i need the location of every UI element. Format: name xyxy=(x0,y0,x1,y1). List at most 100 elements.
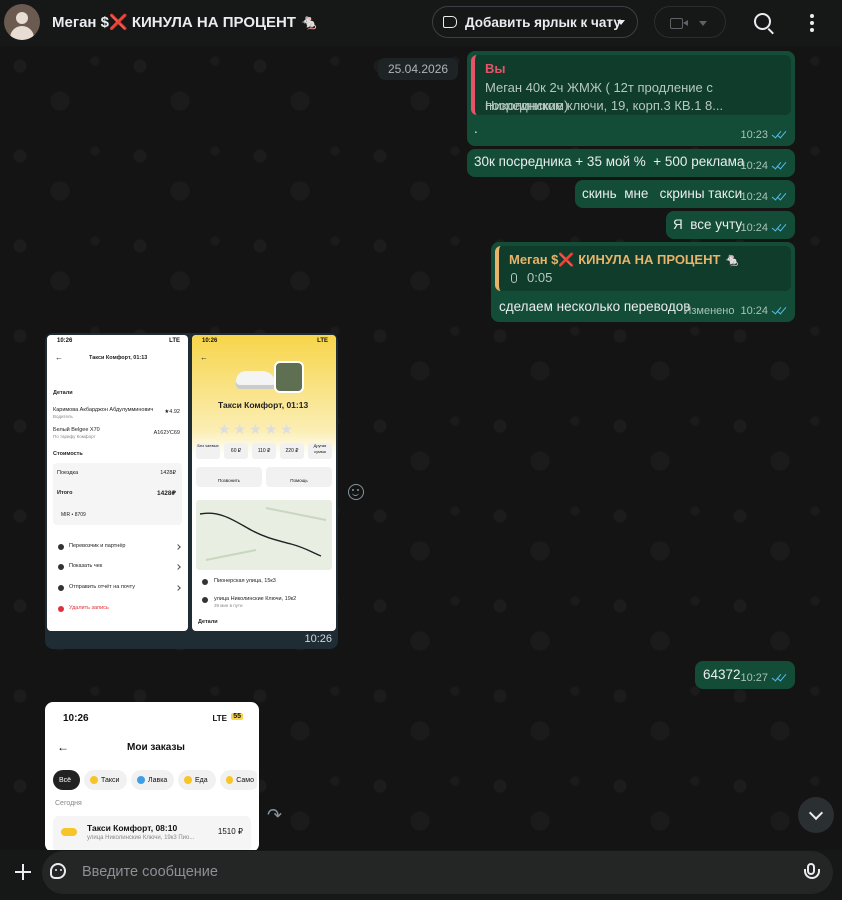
quote-author-suffix: КИНУЛА НА ПРОЦЕНТ 🐁 xyxy=(574,252,741,267)
edited-label: Изменено xyxy=(683,305,735,317)
message-time: 10:23 xyxy=(740,129,768,141)
call-button[interactable]: Позвонить xyxy=(196,467,262,487)
message-text: сделаем несколько переводов xyxy=(499,299,691,314)
today-label: Сегодня xyxy=(55,800,82,807)
order-card[interactable]: Такси Комфорт, 08:10 улица Николинские К… xyxy=(53,816,251,852)
chip-label: Лавка xyxy=(148,776,168,784)
message-meta: 10:23 xyxy=(740,129,787,141)
attach-plus-icon[interactable] xyxy=(15,864,31,880)
pickup-icon xyxy=(202,579,208,585)
tip-option[interactable]: Другая сумма xyxy=(308,443,332,459)
read-ticks-icon xyxy=(772,162,787,171)
cross-emoji: ❌ xyxy=(109,14,128,31)
cross-emoji: ❌ xyxy=(558,252,575,267)
back-arrow-icon[interactable]: ← xyxy=(57,740,69,754)
car-tariff: По тарифу Комфорт xyxy=(53,434,96,439)
mail-icon xyxy=(58,585,64,591)
sticker-icon[interactable] xyxy=(50,863,66,879)
message-input-container[interactable]: Введите сообщение xyxy=(42,851,833,894)
taxi-trip-screenshot[interactable]: 10:26 LTE ← Такси Комфорт, 01:13 ★★★★★ Бе… xyxy=(192,335,336,631)
chip-food[interactable]: Еда xyxy=(178,770,216,790)
battery-level: 55 xyxy=(231,713,243,720)
message-outgoing[interactable]: скинь мне скрины такси 10:24 xyxy=(575,180,795,208)
orders-screenshot[interactable]: 10:26 LTE 55 ← Мои заказы Всё Такси Лавк… xyxy=(47,704,257,852)
back-arrow-icon: ← xyxy=(200,353,208,362)
lavka-icon xyxy=(137,776,145,784)
more-options-icon[interactable] xyxy=(810,14,814,32)
car-image xyxy=(236,371,276,389)
order-address: улица Николинские Ключи, 19к3 Пио... xyxy=(87,835,195,841)
route-duration: 39 мин в пути xyxy=(214,603,243,608)
trip-title: Такси Комфорт, 01:13 xyxy=(218,400,309,410)
details-heading: Детали xyxy=(53,390,73,396)
chat-title-prefix: Меган $ xyxy=(52,14,109,31)
car-model: Белый Belgee X70 xyxy=(53,427,100,433)
message-input[interactable]: Введите сообщение xyxy=(82,864,218,880)
trip-cost-value: 1428₽ xyxy=(160,470,176,476)
search-icon[interactable] xyxy=(754,13,771,30)
add-label-text: Добавить ярлык к чату xyxy=(465,14,621,30)
message-outgoing[interactable]: Вы Меган 40к 2ч ЖМЖ ( 12т продление с по… xyxy=(467,51,795,146)
message-time: 10:24 xyxy=(740,222,768,234)
chevron-down-icon xyxy=(699,21,707,26)
rating-stars[interactable]: ★★★★★ xyxy=(218,421,296,438)
taxi-details-screenshot[interactable]: 10:26 LTE ← Такси Комфорт, 01:13 Детали К… xyxy=(47,335,188,631)
chip-lavka[interactable]: Лавка xyxy=(131,770,174,790)
menu-delete[interactable]: Удалить запись xyxy=(69,605,109,611)
menu-email[interactable]: Отправить отчёт на почту xyxy=(69,584,135,590)
tip-option[interactable]: Без чаевых xyxy=(196,443,220,459)
tip-option[interactable]: 220 ₽ xyxy=(280,443,304,459)
quote-text-line: Николинские ключи, 19, корп.3 КВ.1 8... xyxy=(485,98,724,113)
message-time: 10:24 xyxy=(740,191,768,203)
trip-title: Такси Комфорт, 01:13 xyxy=(89,355,148,361)
add-label-button[interactable]: Добавить ярлык к чату xyxy=(432,6,638,38)
total-value: 1428₽ xyxy=(157,490,176,497)
chip-taxi[interactable]: Такси xyxy=(84,770,127,790)
message-text: 64372 xyxy=(703,667,741,682)
chat-title[interactable]: Меган $❌ КИНУЛА НА ПРОЦЕНТ 🐁 xyxy=(52,13,319,31)
help-label: Помощь xyxy=(290,478,308,483)
forward-icon[interactable]: ↷ xyxy=(267,805,282,826)
taxi-car-icon xyxy=(61,828,77,836)
react-emoji-icon[interactable] xyxy=(348,484,364,500)
image-album[interactable]: 10:26 LTE ← Такси Комфорт, 01:13 Детали К… xyxy=(45,333,338,649)
trip-cost-label: Поездка xyxy=(57,470,79,476)
tip-option[interactable]: 60 ₽ xyxy=(224,443,248,459)
quote-author-prefix: Меган $ xyxy=(509,252,559,267)
message-outgoing[interactable]: Меган $❌ КИНУЛА НА ПРОЦЕНТ 🐁 0:05 сделае… xyxy=(491,242,795,322)
message-outgoing[interactable]: 30к посредника + 35 мой % + 500 реклама … xyxy=(467,149,795,177)
status-time: 10:26 xyxy=(57,338,73,344)
total-label: Итого xyxy=(57,490,73,496)
chip-label: Всё xyxy=(59,776,72,784)
video-call-button[interactable] xyxy=(654,6,726,38)
read-ticks-icon xyxy=(772,307,787,316)
chip-all[interactable]: Всё xyxy=(53,770,80,790)
message-text: . xyxy=(474,121,478,136)
chip-pickup[interactable]: Само xyxy=(220,770,257,790)
message-outgoing[interactable]: 64372 10:27 xyxy=(695,661,795,689)
destination-icon xyxy=(202,597,208,603)
scroll-to-bottom-button[interactable] xyxy=(798,797,834,833)
menu-receipt[interactable]: Показать чек xyxy=(69,563,102,569)
quoted-message[interactable]: Меган $❌ КИНУЛА НА ПРОЦЕНТ 🐁 0:05 xyxy=(495,246,791,291)
help-button[interactable]: Помощь xyxy=(266,467,332,487)
delete-icon xyxy=(58,606,64,612)
status-time: 10:26 xyxy=(63,713,89,724)
microphone-icon[interactable] xyxy=(804,863,820,879)
message-outgoing[interactable]: Я все учту 10:24 xyxy=(666,211,795,239)
route-map[interactable] xyxy=(196,500,332,570)
quoted-message[interactable]: Вы Меган 40к 2ч ЖМЖ ( 12т продление с по… xyxy=(471,55,791,115)
read-ticks-icon xyxy=(772,131,787,140)
message-text: 30к посредника + 35 мой % + 500 реклама xyxy=(474,154,745,169)
driver-photo xyxy=(274,361,304,393)
tip-option[interactable]: 110 ₽ xyxy=(252,443,276,459)
back-arrow-icon: ← xyxy=(55,353,63,362)
chevron-down-icon xyxy=(617,20,625,25)
orders-title: Мои заказы xyxy=(127,742,185,753)
contact-avatar[interactable] xyxy=(4,4,40,40)
message-time: 10:27 xyxy=(740,672,768,684)
chevron-right-icon xyxy=(175,585,181,591)
menu-carrier[interactable]: Перевозчик и партнёр xyxy=(69,543,125,549)
tag-icon xyxy=(443,16,457,28)
image-message[interactable]: 10:26 LTE 55 ← Мои заказы Всё Такси Лавк… xyxy=(45,702,259,852)
